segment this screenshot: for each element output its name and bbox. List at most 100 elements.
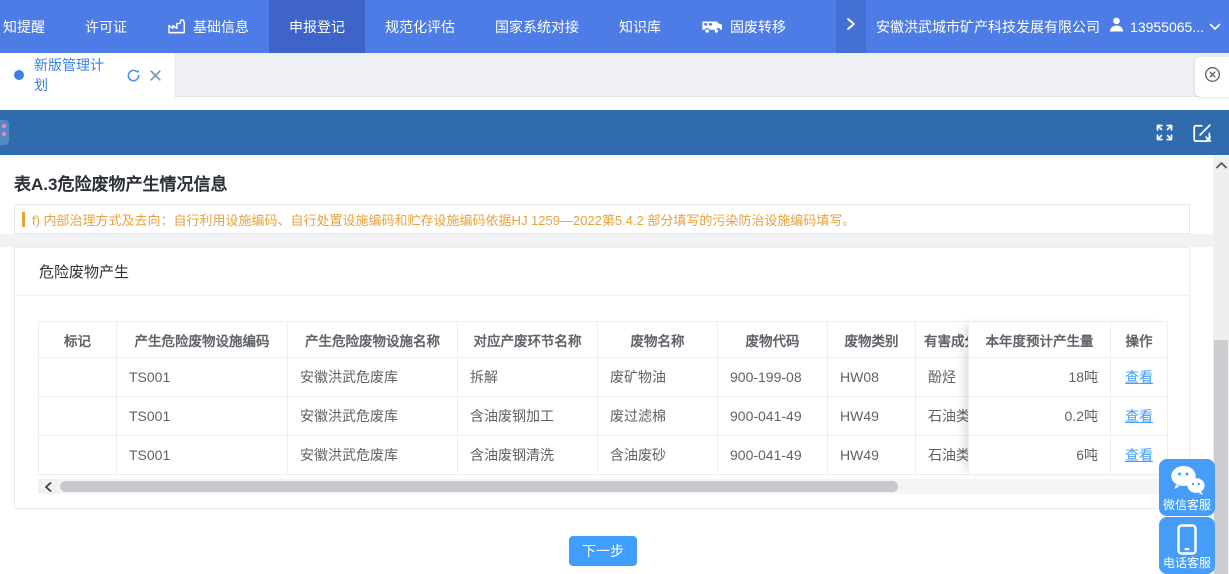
card-header: 危险废物产生 [15,248,1189,296]
nav-item-label: 国家系统对接 [495,17,579,37]
table-cell: 含油废钢加工 [458,397,598,436]
table-cell: 安徽洪武危废库 [288,358,458,397]
nav-item-1[interactable]: 许可证 [65,0,147,53]
horizontal-scrollbar-thumb[interactable] [60,481,898,492]
amount-cell: 6吨 [969,436,1111,475]
amount-cell: 18吨 [969,358,1111,397]
table-row: 6吨查看 [969,436,1168,475]
refresh-icon[interactable] [126,68,141,83]
note-accent-bar [22,212,25,227]
nav-item-5[interactable]: 国家系统对接 [475,0,599,53]
tab-active-dot-icon [14,70,24,80]
user-phone: 13955065... [1130,19,1204,35]
table-cell: TS001 [117,436,288,475]
nav-item-0[interactable]: 知提醒 [0,0,65,53]
view-link[interactable]: 查看 [1125,447,1153,463]
nav-item-2[interactable]: 基础信息 [147,0,269,53]
mobile-phone-icon [1175,524,1199,561]
page-title: 表A.3危险废物产生情况信息 [14,170,227,195]
nav-item-4[interactable]: 规范化评估 [365,0,475,53]
col-header: 废物名称 [598,322,718,358]
tab-new-management-plan[interactable]: 新版管理计划 [0,53,174,97]
col-header: 产生危险废物设施编码 [117,322,288,358]
col-header: 标记 [39,322,117,358]
note-card: f) 内部治理方式及去向：自行利用设施编码、自行处置设施编码和贮存设施编码依据H… [14,204,1190,234]
circled-close-icon [1204,66,1221,88]
nav-item-label: 知提醒 [3,17,45,37]
view-link[interactable]: 查看 [1125,408,1153,424]
chevron-right-icon [845,17,857,36]
col-header: 废物类别 [828,322,916,358]
view-link[interactable]: 查看 [1125,369,1153,385]
table-cell: TS001 [117,397,288,436]
wechat-service-button[interactable]: 微信客服 [1159,459,1215,516]
table-cell: 拆解 [458,358,598,397]
nav-right-group: 安徽洪武城市矿产科技发展有限公司 13955065... [836,0,1229,53]
waste-table-wrap: 标记产生危险废物设施编码产生危险废物设施名称对应产废环节名称废物名称废物代码废物… [38,321,1167,475]
tab-bar: 新版管理计划 [0,53,1229,97]
tab-close-icon[interactable] [149,69,162,82]
nav-menu: 知提醒许可证 基础信息 申报登记 规范化评估 国家系统对接 知识库 固废转移 [0,0,806,53]
truck-icon [701,19,723,35]
company-name[interactable]: 安徽洪武城市矿产科技发展有限公司 [876,17,1100,37]
table-cell: 安徽洪武危废库 [288,436,458,475]
note-text: f) 内部治理方式及去向：自行利用设施编码、自行处置设施编码和贮存设施编码依据H… [32,210,855,229]
edit-cancel-icon[interactable] [1191,122,1213,144]
table-cell: TS001 [117,358,288,397]
table-cell: HW49 [828,436,916,475]
scroll-up-arrow-icon[interactable] [1213,157,1229,173]
nav-item-label: 基础信息 [193,17,249,37]
amount-cell: 0.2吨 [969,397,1111,436]
nav-item-3[interactable]: 申报登记 [269,0,365,53]
table-cell [39,436,117,475]
hazardous-waste-card: 危险废物产生 标记产生危险废物设施编码产生危险废物设施名称对应产废环节名称废物名… [14,247,1190,509]
top-nav-bar: 知提醒许可证 基础信息 申报登记 规范化评估 国家系统对接 知识库 固废转移 安徽洪武城市矿… [0,0,1229,53]
table-row: 0.2吨查看 [969,397,1168,436]
col-header: 对应产废环节名称 [458,322,598,358]
nav-item-label: 规范化评估 [385,17,455,37]
vertical-scrollbar-thumb[interactable] [1214,340,1228,574]
table-cell: 废矿物油 [598,358,718,397]
table-cell: 含油废砂 [598,436,718,475]
section-title: 危险废物产生 [39,261,129,282]
fullscreen-icon[interactable] [1154,122,1175,143]
side-widget-handle[interactable] [0,120,9,145]
tab-label: 新版管理计划 [34,55,117,95]
table-cell: HW49 [828,397,916,436]
table-row: 18吨查看 [969,358,1168,397]
close-all-tabs-button[interactable] [1195,57,1229,97]
nav-collapse-button[interactable] [836,0,866,53]
action-cell: 查看 [1111,358,1168,397]
table-cell: 安徽洪武危废库 [288,397,458,436]
factory-icon [167,18,186,35]
table-cell: 900-041-49 [718,397,828,436]
nav-item-7[interactable]: 固废转移 [681,0,806,53]
table-cell: 900-041-49 [718,436,828,475]
col-header: 产生危险废物设施名称 [288,322,458,358]
table-cell: HW08 [828,358,916,397]
col-header: 废物代码 [718,322,828,358]
section-divider [0,234,1213,247]
table-cell [39,397,117,436]
nav-item-label: 固废转移 [730,17,786,37]
table-cell: 废过滤棉 [598,397,718,436]
table-cell: 900-199-08 [718,358,828,397]
table-cell [39,358,117,397]
col-header: 本年度预计产生量 [969,322,1111,358]
horizontal-scrollbar[interactable] [38,479,1167,494]
table-cell: 含油废钢清洗 [458,436,598,475]
chevron-down-icon [1209,18,1221,36]
phone-service-button[interactable]: 电话客服 [1159,517,1215,574]
next-step-button[interactable]: 下一步 [569,536,637,566]
nav-item-label: 申报登记 [289,17,345,37]
fixed-columns-panel: 本年度预计产生量操作18吨查看0.2吨查看6吨查看 [968,321,1167,475]
action-cell: 查看 [1111,397,1168,436]
user-account[interactable]: 13955065... [1108,16,1221,38]
scroll-left-arrow-icon[interactable] [38,479,58,494]
form-toolbar [0,110,1229,155]
nav-item-label: 知识库 [619,17,661,37]
main-content: 表A.3危险废物产生情况信息 f) 内部治理方式及去向：自行利用设施编码、自行处… [0,155,1213,574]
wechat-icon [1169,465,1205,501]
vertical-scrollbar[interactable] [1213,155,1229,574]
nav-item-6[interactable]: 知识库 [599,0,681,53]
